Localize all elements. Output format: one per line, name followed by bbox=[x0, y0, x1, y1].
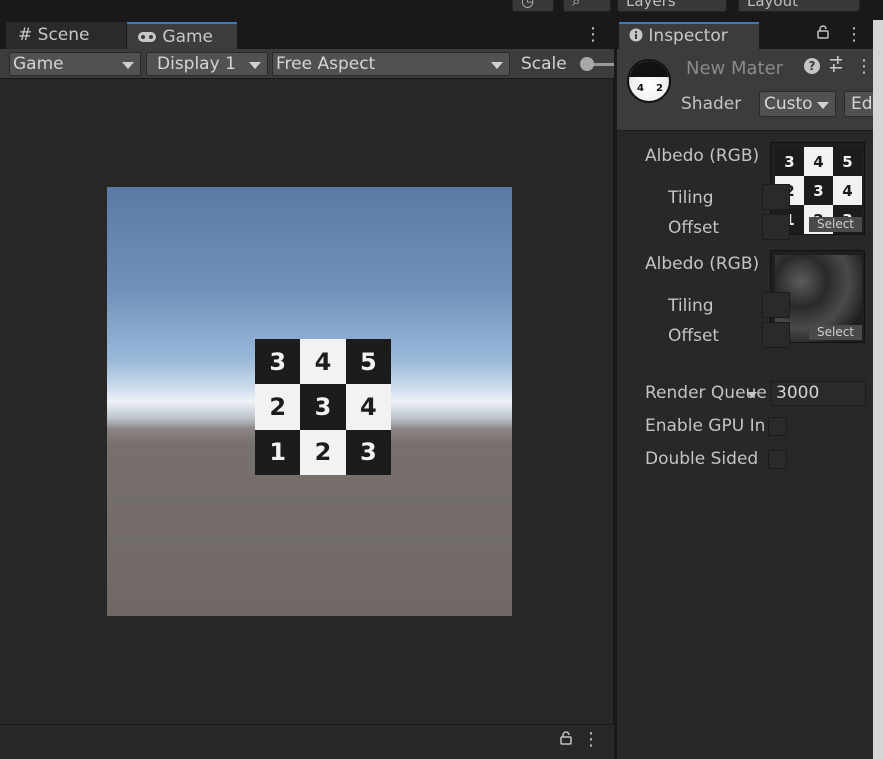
checker-cell: 4 bbox=[300, 339, 346, 385]
render-queue-field[interactable]: 3000 bbox=[771, 381, 866, 406]
more-options-icon[interactable]: ⋮ bbox=[855, 56, 873, 77]
history-button[interactable]: ◷ bbox=[512, 0, 554, 12]
checker-cell: 5 bbox=[833, 147, 862, 176]
layers-label: Layers bbox=[626, 0, 676, 10]
help-icon[interactable]: ? bbox=[804, 58, 820, 74]
preview-number: 2 bbox=[656, 83, 663, 94]
texture-select-button[interactable]: Select bbox=[809, 325, 862, 340]
double-sided-checkbox[interactable] bbox=[768, 450, 787, 469]
offset-field[interactable] bbox=[762, 322, 790, 348]
double-sided-label: Double Sided bbox=[645, 449, 759, 469]
display-dropdown-label: Display 1 bbox=[157, 54, 236, 74]
checker-cell: 1 bbox=[255, 429, 301, 475]
offset-label: Offset bbox=[668, 326, 720, 346]
albedo-label: Albedo (RGB) bbox=[645, 146, 760, 166]
game-viewport[interactable]: 345234123 bbox=[107, 187, 512, 616]
checker-cell: 3 bbox=[255, 339, 301, 385]
checker-cell: 5 bbox=[345, 339, 391, 385]
layout-label: Layout bbox=[747, 0, 798, 10]
tab-scene-label: Scene bbox=[37, 25, 90, 45]
tiling-field[interactable] bbox=[762, 292, 790, 318]
material-preview: 4 2 bbox=[627, 59, 671, 103]
checker-cell: 4 bbox=[804, 147, 833, 176]
gamepad-icon bbox=[137, 27, 162, 47]
tiling-label: Tiling bbox=[668, 188, 714, 208]
checker-cell: 3 bbox=[775, 147, 804, 176]
material-header: 4 2 New Mater ? ⋮ Shader Custo Ed bbox=[617, 49, 873, 131]
checker-cube: 345234123 bbox=[255, 339, 391, 475]
info-icon bbox=[629, 26, 648, 46]
grid-icon: # bbox=[18, 25, 33, 45]
chevron-down-icon bbox=[817, 102, 829, 109]
scale-slider-handle[interactable] bbox=[580, 57, 594, 71]
lock-icon[interactable] bbox=[560, 731, 572, 749]
shader-dropdown[interactable]: Custo bbox=[759, 91, 836, 117]
tab-scene[interactable]: # Scene bbox=[6, 22, 126, 49]
chevron-down-icon[interactable] bbox=[747, 392, 757, 398]
gpu-instancing-checkbox[interactable] bbox=[768, 417, 787, 436]
game-dropdown[interactable]: Game bbox=[9, 52, 141, 76]
top-toolbar: ◷ ⌕ Layers Layout bbox=[0, 0, 883, 20]
checker-cell: 4 bbox=[345, 384, 391, 430]
tiling-field[interactable] bbox=[762, 184, 790, 210]
aspect-dropdown[interactable]: Free Aspect bbox=[272, 52, 510, 76]
game-panel: # Scene Game ⋮ Game Display 1 Free Aspec bbox=[0, 20, 614, 759]
tab-game-label: Game bbox=[162, 27, 214, 47]
tiling-label: Tiling bbox=[668, 296, 714, 316]
settings-sliders-icon[interactable] bbox=[828, 56, 844, 77]
chevron-down-icon bbox=[249, 62, 261, 69]
checker-cell: 3 bbox=[804, 176, 833, 205]
inspector-scrollbar[interactable] bbox=[873, 20, 883, 759]
checker-cell: 3 bbox=[345, 429, 391, 475]
gpu-instancing-label: Enable GPU Instancing bbox=[645, 416, 765, 436]
checker-cell: 4 bbox=[833, 176, 862, 205]
shader-label: Shader bbox=[681, 94, 742, 114]
checker-cell: 2 bbox=[300, 429, 346, 475]
game-toolbar: Game Display 1 Free Aspect Scale bbox=[0, 49, 614, 79]
checker-cell: 2 bbox=[255, 384, 301, 430]
preview-number: 4 bbox=[637, 83, 644, 94]
tab-inspector-label: Inspector bbox=[648, 26, 728, 46]
chevron-down-icon bbox=[491, 62, 503, 69]
chevron-down-icon bbox=[122, 62, 134, 69]
search-button[interactable]: ⌕ bbox=[563, 0, 611, 12]
search-icon: ⌕ bbox=[572, 0, 581, 10]
bottom-panel-header: ⋮ bbox=[0, 724, 614, 759]
layout-dropdown[interactable]: Layout bbox=[738, 0, 860, 12]
panel-menu-icon[interactable]: ⋮ bbox=[845, 24, 863, 45]
texture-select-button[interactable]: Select bbox=[809, 217, 862, 232]
edit-shader-button[interactable]: Ed bbox=[844, 91, 873, 117]
panel-menu-icon[interactable]: ⋮ bbox=[584, 24, 602, 45]
tab-game[interactable]: Game bbox=[127, 22, 237, 49]
offset-label: Offset bbox=[668, 218, 720, 238]
checker-cell: 3 bbox=[300, 384, 346, 430]
inspector-tab-bar: Inspector ⋮ bbox=[617, 20, 873, 49]
aspect-dropdown-label: Free Aspect bbox=[276, 54, 376, 74]
scale-label: Scale bbox=[521, 54, 567, 74]
edit-shader-label: Ed bbox=[851, 94, 873, 114]
lock-icon[interactable] bbox=[817, 25, 829, 43]
offset-field[interactable] bbox=[762, 214, 790, 240]
tab-inspector[interactable]: Inspector bbox=[619, 22, 759, 49]
albedo-label: Albedo (RGB) bbox=[645, 254, 760, 274]
material-name-field[interactable]: New Mater bbox=[686, 58, 783, 79]
game-dropdown-label: Game bbox=[13, 54, 64, 74]
history-icon: ◷ bbox=[521, 0, 535, 10]
layers-dropdown[interactable]: Layers bbox=[617, 0, 727, 12]
display-dropdown[interactable]: Display 1 bbox=[146, 52, 268, 76]
view-tabs: # Scene Game ⋮ bbox=[0, 20, 614, 49]
shader-dropdown-value: Custo bbox=[764, 94, 813, 114]
panel-menu-icon[interactable]: ⋮ bbox=[582, 729, 600, 750]
